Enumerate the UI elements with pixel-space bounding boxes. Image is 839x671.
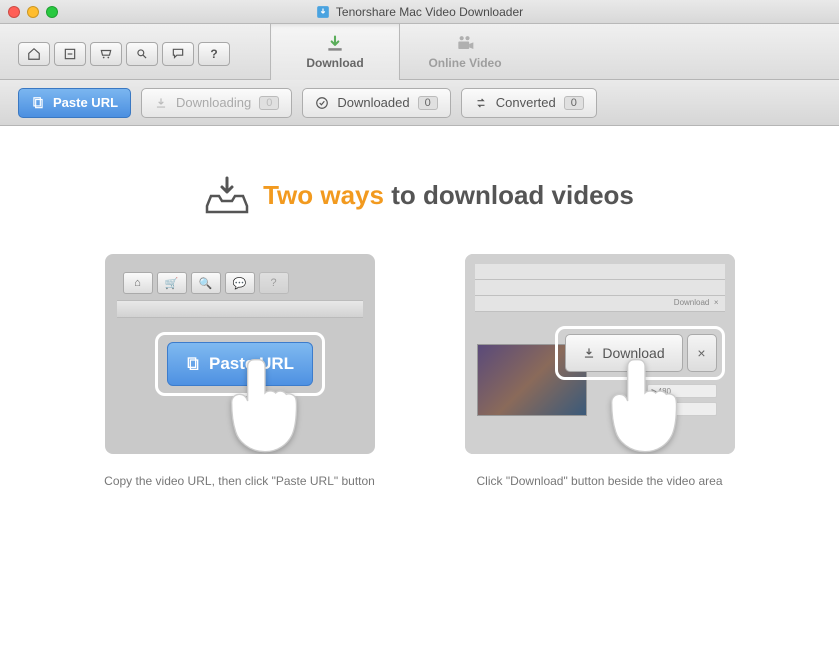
convert-icon [474,96,488,110]
tab-download-label: Download [306,56,363,70]
downloading-icon [154,96,168,110]
toolbar: ? Download Online Video [0,24,839,80]
zoom-window-button[interactable] [46,6,58,18]
download-arrow-icon [582,346,596,360]
app-icon [316,5,330,19]
feedback-button[interactable] [162,42,194,66]
downloading-label: Downloading [176,95,251,110]
card-paste-url-caption: Copy the video URL, then click "Paste UR… [104,472,375,490]
toolbar-left-group: ? [18,42,230,66]
help-button[interactable]: ? [198,42,230,66]
close-window-button[interactable] [8,6,20,18]
register-button[interactable] [54,42,86,66]
tab-online-video-label: Online Video [428,56,501,70]
card-download: Download × ▶ 480 ▶ 360 Download × Click … [460,254,740,490]
illust-tag: Download [674,298,710,307]
headline: Two ways to download videos [60,176,779,214]
hand-pointer-icon [225,353,305,454]
check-icon [315,96,329,110]
main-tabs: Download Online Video [270,24,530,80]
settings-button[interactable] [126,42,158,66]
illust-close-button: × [687,334,717,372]
paste-url-label: Paste URL [53,95,118,110]
download-icon [323,34,347,54]
tab-online-video[interactable]: Online Video [400,24,530,80]
downloaded-label: Downloaded [337,95,409,110]
card-paste-url: ⌂ 🛒 🔍 💬 ? Paste URL Copy the video URL, … [100,254,380,490]
titlebar: Tenorshare Mac Video Downloader [0,0,839,24]
traffic-lights [8,6,58,18]
paste-icon [185,356,201,372]
downloading-filter[interactable]: Downloading 0 [141,88,292,118]
tab-download[interactable]: Download [270,24,400,80]
headline-highlight: Two ways [263,180,384,210]
card-paste-url-illustration: ⌂ 🛒 🔍 💬 ? Paste URL [105,254,375,454]
cart-button[interactable] [90,42,122,66]
headline-rest: to download videos [384,180,634,210]
illust-chat-icon: 💬 [225,272,255,294]
converted-filter[interactable]: Converted 0 [461,88,597,118]
content-area: Two ways to download videos ⌂ 🛒 🔍 💬 ? Pa… [0,126,839,520]
minimize-window-button[interactable] [27,6,39,18]
downloaded-count: 0 [418,96,438,110]
paste-icon [31,96,45,110]
card-download-illustration: Download × ▶ 480 ▶ 360 Download × [465,254,735,454]
converted-count: 0 [564,96,584,110]
card-download-caption: Click "Download" button beside the video… [477,472,723,490]
illust-cart-icon: 🛒 [157,272,187,294]
home-button[interactable] [18,42,50,66]
downloading-count: 0 [259,96,279,110]
inbox-download-icon [205,176,249,214]
downloaded-filter[interactable]: Downloaded 0 [302,88,450,118]
illust-home-icon: ⌂ [123,272,153,294]
camera-icon [453,34,477,54]
window-title: Tenorshare Mac Video Downloader [336,5,523,19]
illust-help-icon: ? [259,272,289,294]
cards-row: ⌂ 🛒 🔍 💬 ? Paste URL Copy the video URL, … [60,254,779,490]
filter-bar: Paste URL Downloading 0 Downloaded 0 Con… [0,80,839,126]
hand-pointer-icon [605,353,685,454]
illust-search-icon: 🔍 [191,272,221,294]
converted-label: Converted [496,95,556,110]
paste-url-button[interactable]: Paste URL [18,88,131,118]
